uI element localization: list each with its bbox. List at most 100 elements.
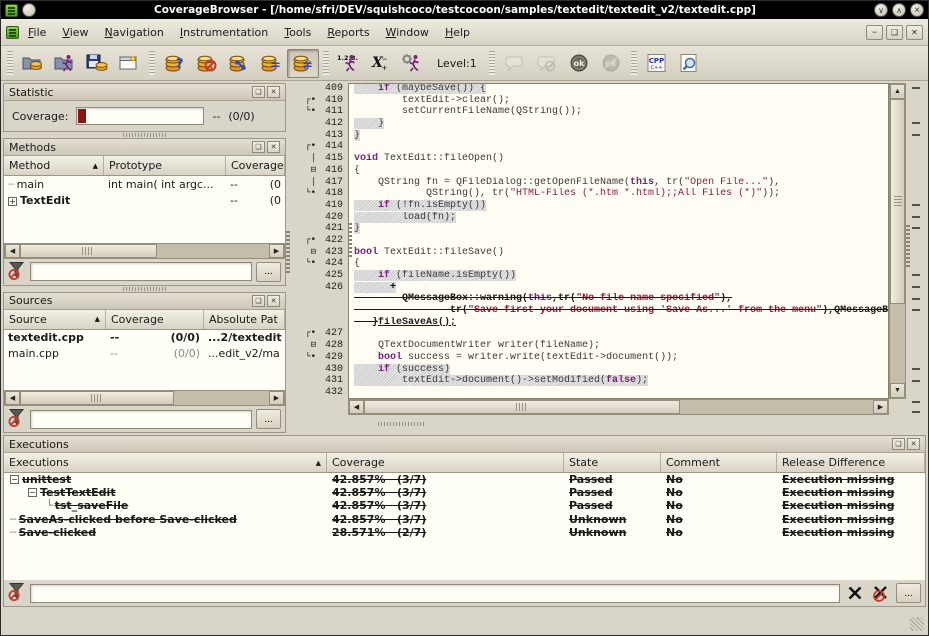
code-text[interactable]: textEdit->document()->setModified(false)… [348,375,889,387]
mdi-close-button[interactable] [906,25,923,40]
comment-forbidden-button[interactable] [531,49,563,78]
preview-button[interactable] [673,49,705,78]
column-header-prototype[interactable]: Prototype [104,156,226,175]
save-session-button[interactable] [81,49,113,78]
execution-row[interactable]: −unittest42.857% (3/7)PassedNoExecution … [4,473,925,486]
execution-row[interactable]: −TestTextEdit42.857% (3/7)PassedNoExecut… [4,486,925,499]
fold-marker[interactable]: │ [290,177,316,189]
execution-row[interactable]: ┄SaveAs-clicked before Save-clicked42.85… [4,513,925,526]
mdi-minimize-button[interactable] [866,25,883,40]
code-text[interactable]: if (maybeSave()) { [348,83,889,95]
column-header-source[interactable]: Source▲ [4,310,106,329]
column-header-method[interactable]: Method▲ [4,156,104,175]
fold-marker[interactable]: ⊟ [290,340,316,352]
scrollbar-thumb[interactable] [20,244,157,258]
column-header-coverage[interactable]: Coverage [327,453,564,472]
toolbar-grip-handle[interactable] [489,51,495,75]
column-header-comment[interactable]: Comment [661,453,777,472]
close-panel-icon[interactable]: ✕ [267,86,280,98]
sources-hscrollbar[interactable]: ◀ ▶ [4,390,285,406]
maximize-button[interactable] [892,3,906,17]
code-view[interactable]: 409 if (maybeSave()) {┌•410 textEdit->cl… [290,83,889,399]
validate-button[interactable]: ok [563,49,595,78]
menu-file[interactable]: File [20,22,54,43]
fold-marker[interactable]: └• [290,188,316,200]
menu-help[interactable]: Help [437,22,478,43]
code-text[interactable] [348,387,889,399]
code-text[interactable]: + [348,282,889,294]
execution-row[interactable]: ┄Save-clicked28.571% (2/7)UnknownNoExecu… [4,526,925,539]
code-text[interactable]: QMessageBox::warning(this,tr("No file na… [348,293,889,305]
cpp-source-button[interactable]: CPPC++ [641,49,673,78]
column-header-coverage[interactable]: Coverage [106,310,204,329]
scroll-down-icon[interactable]: ▼ [890,383,905,398]
executions-filter-browse-button[interactable]: ... [896,583,921,603]
column-header-absolute-pat[interactable]: Absolute Pat [204,310,285,329]
code-text[interactable] [348,328,889,340]
code-text[interactable]: textEdit->clear(); [348,95,889,107]
close-panel-icon[interactable]: ✕ [907,438,920,450]
clear-filter-button[interactable] [844,583,866,603]
close-panel-icon[interactable]: ✕ [267,141,280,153]
table-row[interactable]: main.cpp--(0/0)...edit_v2/ma [4,346,285,362]
code-text[interactable]: }fileSaveAs(); [348,317,889,329]
resize-grip[interactable] [910,617,924,631]
fold-marker[interactable]: ⊟ [290,165,316,177]
open-execution-button[interactable] [49,49,81,78]
code-text[interactable]: bool success = writer.write(textEdit->do… [348,352,889,364]
float-panel-icon[interactable]: ❑ [892,438,905,450]
code-text[interactable]: } [348,223,889,235]
code-text[interactable]: } [348,130,889,142]
code-text[interactable]: { [348,258,889,270]
scrollbar-thumb[interactable] [20,391,174,405]
scroll-left-icon[interactable]: ◀ [5,391,20,405]
scrollbar-thumb[interactable] [364,400,680,414]
code-text[interactable]: if (!fn.isEmpty()) [348,200,889,212]
menu-navigation[interactable]: Navigation [97,22,172,43]
comment-button[interactable] [499,49,531,78]
statistic-operation-button[interactable]: X−+ [365,49,397,78]
editor-hscrollbar[interactable]: ◀ ▶ [348,399,889,415]
menu-tools[interactable]: Tools [276,22,319,43]
fold-marker[interactable]: ┌• [290,95,316,107]
executions-not-equal-button[interactable]: ≠ [287,49,319,78]
scroll-right-icon[interactable]: ▶ [269,244,284,258]
fold-marker[interactable]: ⊟ [290,247,316,259]
menu-view[interactable]: View [54,22,96,43]
expand-icon[interactable]: + [8,197,17,206]
new-window-button[interactable] [113,49,145,78]
float-panel-icon[interactable]: ❑ [252,141,265,153]
code-text[interactable]: void TextEdit::fileOpen() [348,153,889,165]
scroll-right-icon[interactable]: ▶ [269,391,284,405]
code-text[interactable]: } [348,118,889,130]
code-text[interactable]: tr("Save first your document using 'Save… [348,305,889,317]
column-header-release-difference[interactable]: Release Difference [777,453,925,472]
scroll-left-icon[interactable]: ◀ [5,244,20,258]
code-text[interactable]: if (fileName.isEmpty()) [348,270,889,282]
executions-forbidden-button[interactable] [191,49,223,78]
table-row[interactable]: ┄mainint main( int argc...--(0 [4,176,285,192]
fold-marker[interactable]: └• [290,352,316,364]
column-header-coverage[interactable]: Coverage [226,156,285,175]
ruler-grip[interactable] [906,225,910,267]
methods-filter-input[interactable] [30,262,252,281]
code-text[interactable]: setCurrentFileName(QString()); [348,106,889,118]
float-panel-icon[interactable]: ❑ [252,295,265,307]
scroll-left-icon[interactable]: ◀ [349,400,364,414]
close-panel-icon[interactable]: ✕ [267,295,280,307]
code-text[interactable]: QString(), tr("HTML-Files (*.htm *.html)… [348,188,889,200]
titlebar-menu-button[interactable] [22,3,36,17]
executions-filter-input[interactable] [30,584,840,603]
menu-reports[interactable]: Reports [319,22,377,43]
collapse-icon[interactable]: − [28,488,37,497]
mdi-child-icon[interactable] [6,26,19,39]
executions-compare-button[interactable] [223,49,255,78]
execution-row[interactable]: └tst_saveFile42.857% (3/7)PassedNoExecut… [4,499,925,512]
code-text[interactable]: load(fn); [348,212,889,224]
fold-marker[interactable]: │ [290,153,316,165]
code-text[interactable] [348,235,889,247]
mdi-restore-button[interactable] [886,25,903,40]
code-text[interactable]: { [348,165,889,177]
fold-marker[interactable]: └• [290,106,316,118]
collapse-icon[interactable]: − [10,475,19,484]
